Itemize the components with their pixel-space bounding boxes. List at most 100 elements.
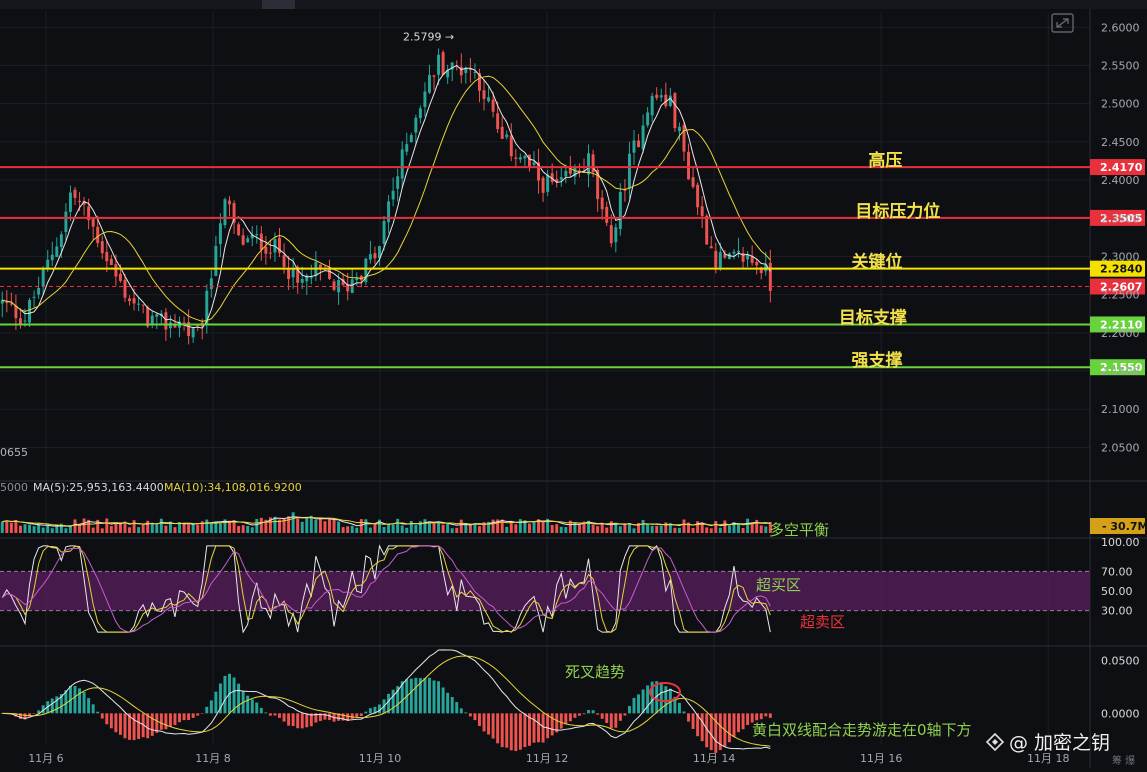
volume-bar [41, 527, 45, 533]
candle-body [559, 177, 563, 180]
volume-bar [114, 523, 118, 533]
volume-bar [23, 524, 27, 533]
macd-histogram-bar [523, 713, 527, 748]
volume-bar [364, 519, 368, 533]
macd-histogram-bar [250, 699, 254, 714]
macd-histogram-bar [146, 713, 150, 739]
macd-histogram-bar [123, 713, 127, 739]
candle-body [641, 125, 645, 150]
volume-bar [450, 528, 454, 533]
candle-body [441, 52, 445, 75]
toolbar-tab[interactable] [262, 0, 295, 9]
macd-histogram-bar [159, 713, 163, 730]
macd-tick-label: 0.0500 [1101, 655, 1140, 668]
volume-bar [650, 525, 654, 533]
macd-histogram-bar [109, 713, 113, 729]
volume-bar [741, 527, 745, 533]
candle-body [600, 197, 604, 210]
candle-body [646, 112, 650, 126]
candle-body [587, 153, 591, 175]
candle-body [228, 200, 231, 205]
macd-histogram-bar [459, 708, 463, 714]
macd-cross-label: 死叉趋势 [565, 663, 625, 681]
macd-histogram-bar [582, 713, 586, 715]
volume-bar [187, 524, 191, 533]
volume-bar [291, 512, 295, 533]
volume-bar [505, 526, 509, 533]
volume-bar [55, 525, 59, 533]
price-tick-label: 2.3000 [1101, 250, 1140, 263]
partial-left-label: 0655 [0, 446, 28, 459]
price-tick-label: 2.2500 [1101, 289, 1140, 302]
candle-body [132, 298, 136, 304]
volume-bar [159, 518, 163, 533]
candle-body [482, 90, 486, 100]
candle-body [391, 190, 395, 200]
macd-histogram-bar [364, 711, 368, 714]
candle-body [714, 250, 718, 268]
candle-body [732, 251, 736, 254]
candle-body [614, 227, 618, 243]
macd-histogram-bar [623, 713, 627, 716]
volume-bar [341, 527, 345, 533]
macd-histogram-bar [428, 677, 431, 714]
macd-histogram-bar [573, 713, 577, 718]
candle-body [123, 279, 127, 298]
candle-body [355, 278, 359, 281]
macd-histogram-bar [359, 713, 363, 716]
candle-body [18, 318, 22, 324]
volume-bar [691, 527, 695, 533]
volume-bar [509, 521, 513, 533]
volume-bar [405, 527, 409, 533]
candle-body [5, 302, 9, 304]
candle-body [677, 126, 681, 132]
volume-bar [623, 524, 627, 533]
candle-body [609, 225, 613, 244]
macd-histogram-bar [355, 713, 359, 718]
macd-histogram-bar [714, 713, 718, 753]
volume-axis-badge-label: - 30.7M [1102, 520, 1147, 533]
macd-histogram-bar [550, 713, 554, 736]
macd-histogram-bar [600, 713, 604, 719]
volume-bar [309, 515, 313, 533]
candle-body [300, 279, 304, 283]
candle-body [687, 151, 691, 180]
volume-bar [605, 527, 609, 533]
volume-bar [141, 524, 145, 533]
macd-histogram-bar [755, 713, 759, 721]
volume-bar [518, 519, 522, 533]
macd-histogram-bar [259, 707, 263, 714]
price-tick-label: 2.4000 [1101, 174, 1140, 187]
volume-bar [305, 518, 309, 533]
macd-histogram-bar [455, 702, 459, 714]
macd-histogram-bar [214, 691, 218, 714]
candle-body [509, 135, 513, 157]
candle-body [696, 184, 700, 208]
macd-histogram-bar [682, 711, 686, 714]
volume-bar [314, 519, 318, 533]
candle-body [37, 288, 41, 295]
candle-body [564, 171, 568, 177]
macd-histogram-bar [541, 713, 545, 743]
candle-body [473, 71, 477, 73]
volume-bar [9, 522, 13, 533]
macd-histogram-bar [477, 713, 481, 727]
price-tick-label: 2.3500 [1101, 212, 1140, 225]
macd-histogram-bar [414, 677, 418, 714]
candle-body [755, 262, 759, 266]
volume-bar [155, 524, 159, 533]
volume-bar [359, 519, 363, 533]
volume-bar [346, 526, 350, 533]
volume-bar [591, 524, 595, 533]
macd-histogram-bar [246, 695, 250, 714]
macd-histogram-bar [605, 713, 609, 723]
candle-body [405, 144, 409, 152]
candle-body [368, 254, 372, 260]
candle-body [246, 238, 250, 243]
candle-body [737, 250, 740, 253]
candle-body [223, 199, 227, 226]
volume-bar [196, 524, 200, 533]
top-toolbar [0, 0, 1147, 9]
macd-histogram-bar [537, 713, 541, 743]
volume-bar [332, 519, 336, 533]
